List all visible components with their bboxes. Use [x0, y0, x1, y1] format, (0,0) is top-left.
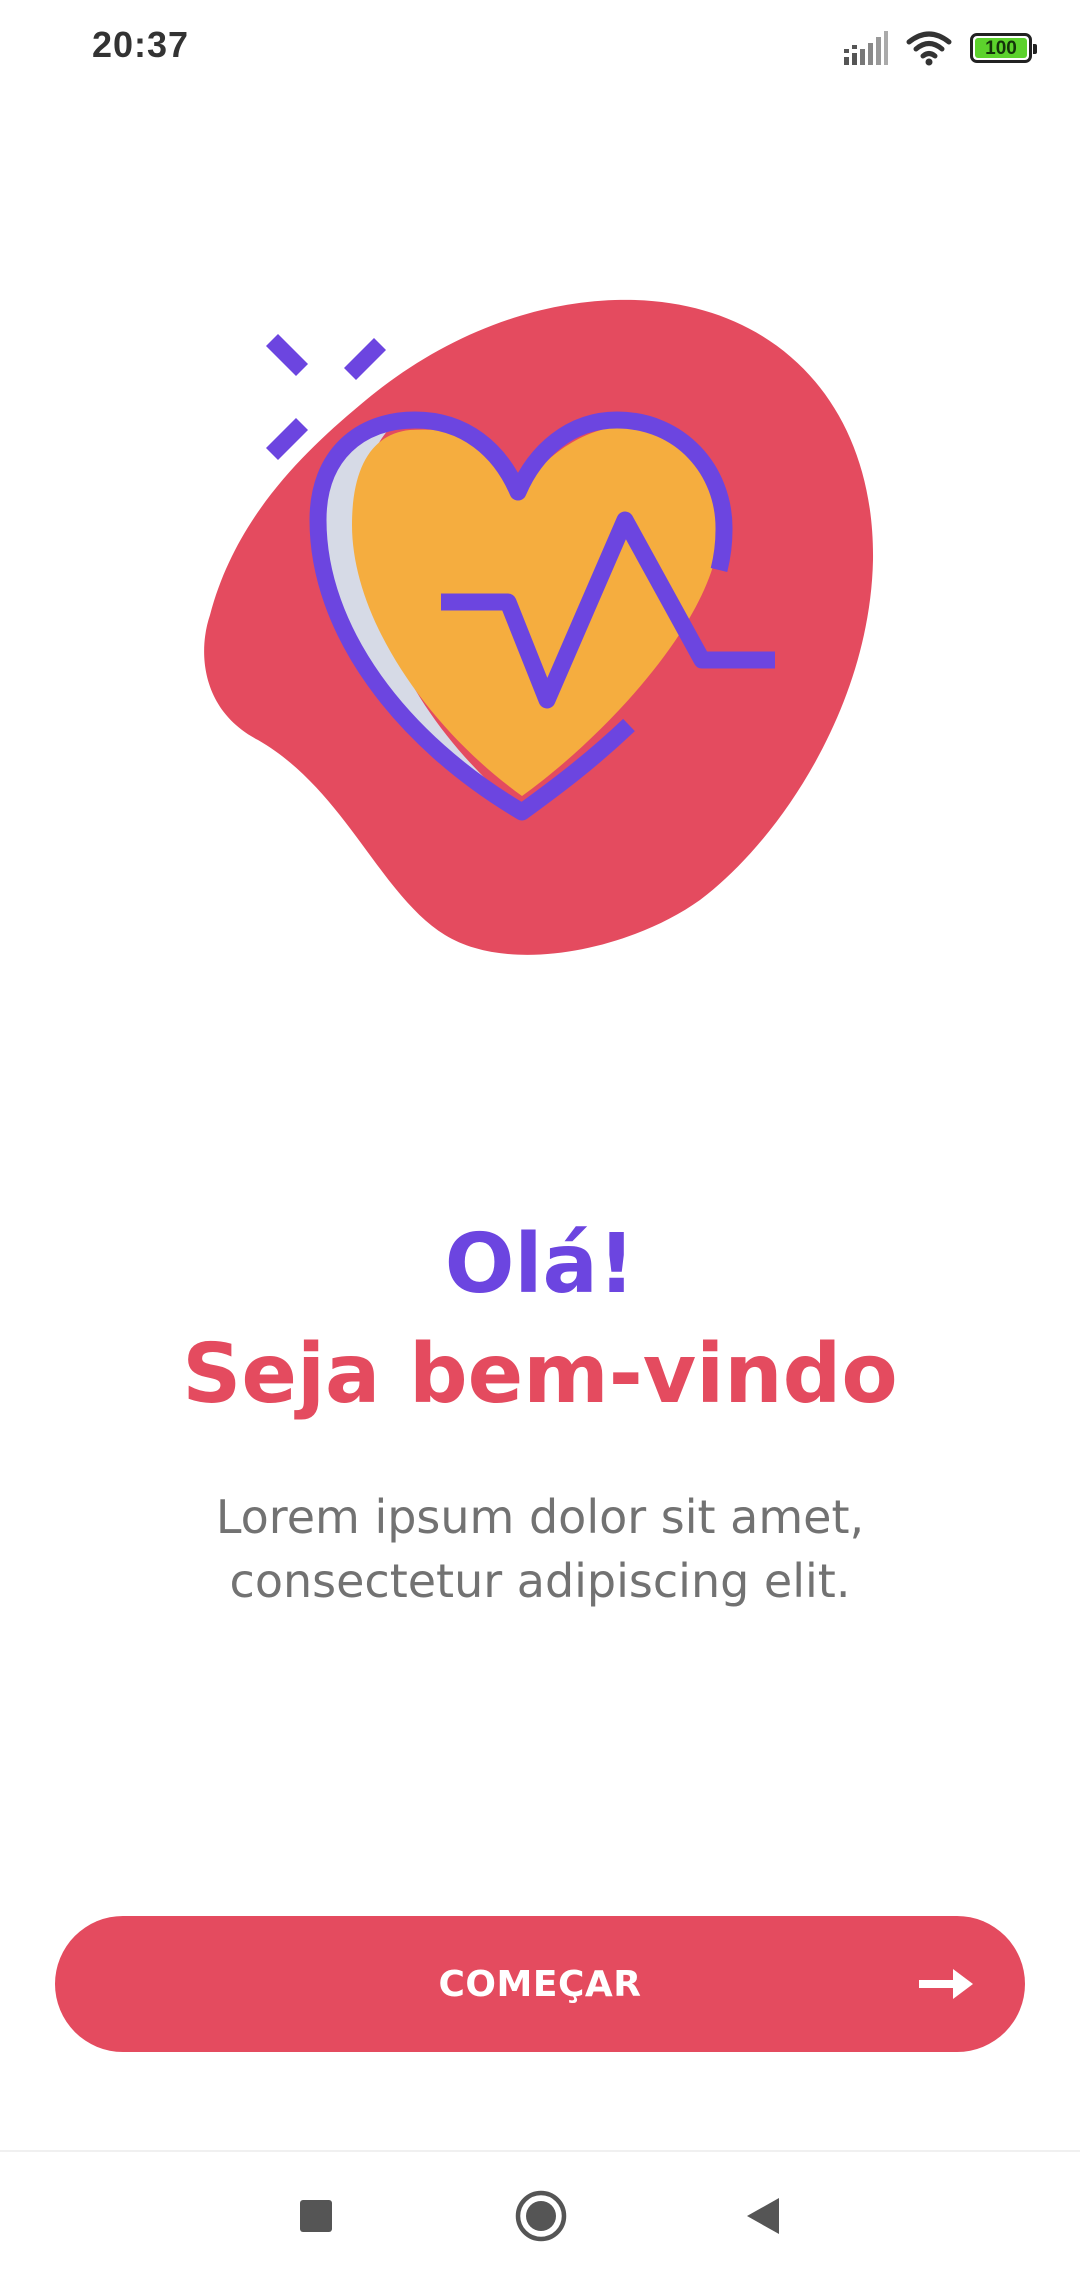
- recents-button[interactable]: [280, 2180, 352, 2252]
- arrow-right-icon: [919, 1969, 973, 1999]
- back-button[interactable]: [727, 2180, 799, 2252]
- welcome-heading: Seja bem-vindo: [182, 1327, 898, 1422]
- navigation-bar: [0, 2152, 1080, 2280]
- greeting-heading: Olá!: [444, 1217, 636, 1312]
- circle-icon: [515, 2190, 567, 2242]
- home-button[interactable]: [505, 2180, 577, 2252]
- triangle-back-icon: [747, 2198, 779, 2234]
- square-icon: [300, 2200, 332, 2232]
- start-button[interactable]: COMEÇAR: [55, 1916, 1025, 2052]
- start-button-label: COMEÇAR: [438, 1963, 642, 2005]
- heart-pulse-illustration: [204, 299, 874, 955]
- description-text: Lorem ipsum dolor sit amet, consectetur …: [215, 1490, 865, 1608]
